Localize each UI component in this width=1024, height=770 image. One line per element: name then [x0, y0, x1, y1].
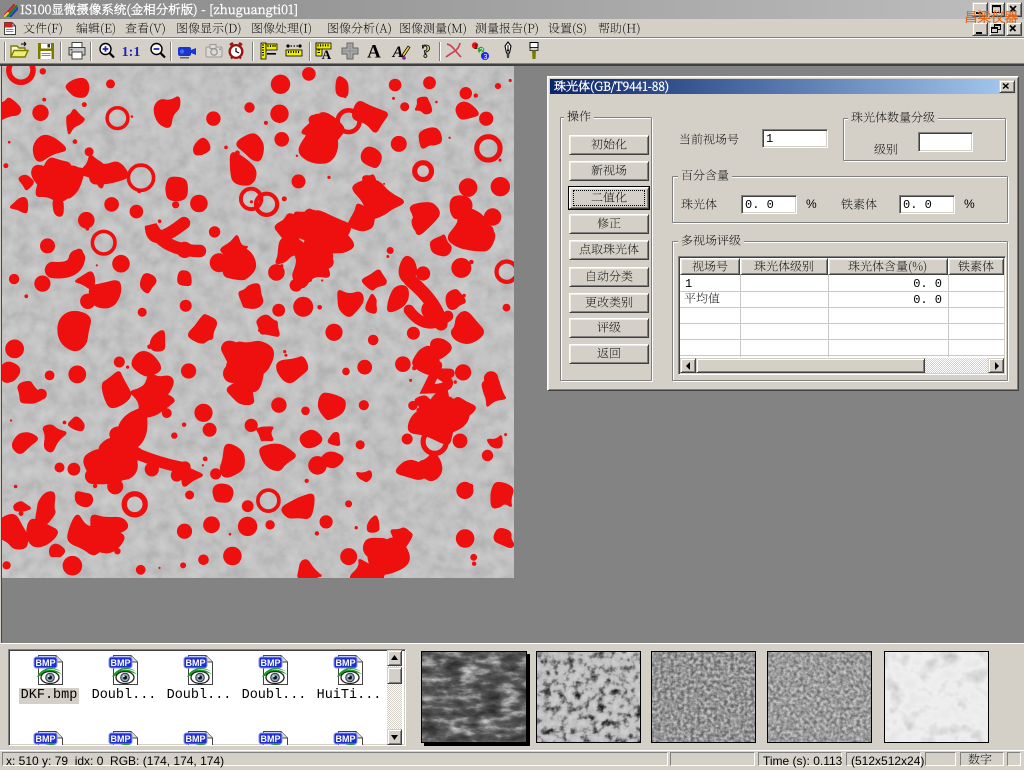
svg-text:?: ?: [421, 42, 431, 62]
svg-text:BMP: BMP: [111, 658, 131, 668]
svg-text:BMP: BMP: [186, 734, 206, 744]
svg-text:A: A: [392, 44, 404, 61]
svg-text:BMP: BMP: [261, 658, 281, 668]
svg-text:BMP: BMP: [186, 658, 206, 668]
svg-text:BMP: BMP: [336, 658, 356, 668]
svg-text:A: A: [322, 47, 332, 61]
svg-text:BMP: BMP: [111, 734, 131, 744]
svg-text:BMP: BMP: [36, 734, 56, 744]
svg-text:3: 3: [484, 54, 488, 61]
svg-text:BMP: BMP: [36, 658, 56, 668]
svg-text:BMP: BMP: [336, 734, 356, 744]
svg-text:A: A: [367, 42, 381, 62]
svg-text:BMP: BMP: [261, 734, 281, 744]
svg-text:1:1: 1:1: [122, 45, 141, 60]
svg-text:1: 1: [474, 44, 478, 51]
